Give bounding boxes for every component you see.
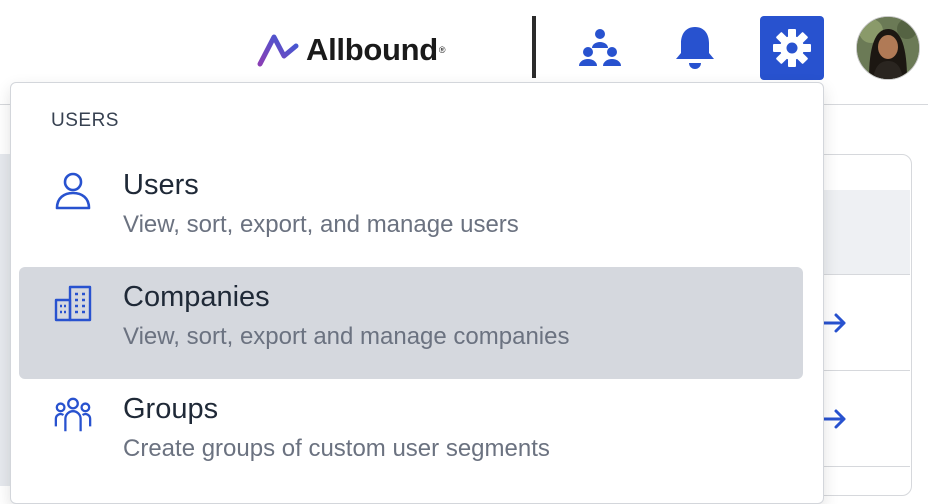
user-icon bbox=[53, 171, 93, 211]
menu-item-users[interactable]: Users View, sort, export, and manage use… bbox=[19, 155, 803, 267]
menu-item-title: Companies bbox=[123, 281, 270, 313]
background-card-header bbox=[824, 190, 910, 274]
header-divider bbox=[532, 16, 536, 78]
group-icon bbox=[53, 395, 93, 435]
arrow-right-icon[interactable] bbox=[822, 312, 850, 334]
background-panel bbox=[0, 154, 10, 486]
menu-item-title: Groups bbox=[123, 393, 219, 425]
settings-dropdown-menu: USERS Users View, sort, export, and mana… bbox=[10, 82, 824, 504]
notifications-button[interactable] bbox=[665, 18, 725, 78]
brand-logo[interactable]: Allbound ® bbox=[256, 32, 446, 68]
background-divider bbox=[824, 466, 910, 467]
menu-item-description: View, sort, export and manage companies bbox=[123, 323, 570, 350]
settings-button[interactable] bbox=[760, 16, 824, 80]
buildings-icon bbox=[53, 283, 93, 323]
registered-mark: ® bbox=[438, 45, 446, 55]
avatar-photo-icon bbox=[857, 17, 919, 79]
menu-item-groups[interactable]: Groups Create groups of custom user segm… bbox=[19, 379, 803, 491]
section-label: USERS bbox=[51, 110, 119, 131]
arrow-right-icon[interactable] bbox=[822, 408, 850, 430]
menu-item-companies[interactable]: Companies View, sort, export and manage … bbox=[19, 267, 803, 379]
brand-name: Allbound bbox=[306, 32, 438, 67]
menu-item-title: Users bbox=[123, 169, 199, 201]
user-avatar[interactable] bbox=[856, 16, 920, 80]
menu-item-description: View, sort, export, and manage users bbox=[123, 211, 519, 238]
background-divider bbox=[824, 274, 910, 275]
allbound-logo-mark-icon bbox=[257, 34, 299, 67]
background-divider bbox=[824, 370, 910, 371]
bell-icon bbox=[676, 27, 714, 69]
gear-icon bbox=[773, 29, 811, 67]
org-chart-button[interactable] bbox=[570, 18, 630, 78]
menu-item-description: Create groups of custom user segments bbox=[123, 435, 550, 462]
org-chart-icon bbox=[579, 29, 621, 66]
